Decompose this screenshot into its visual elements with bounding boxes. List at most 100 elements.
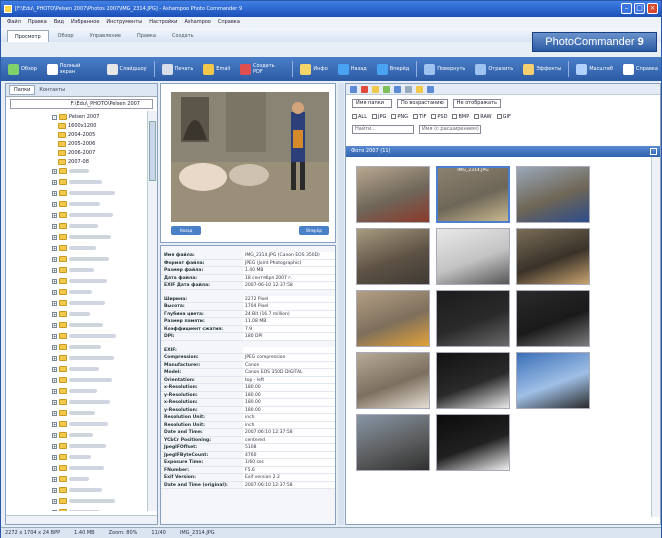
gallery-thumbnail[interactable]: [436, 414, 510, 471]
tree-row[interactable]: +: [52, 354, 114, 362]
expand-toggle[interactable]: +: [52, 168, 57, 174]
gallery-thumbnail[interactable]: [436, 352, 510, 409]
maximize-button[interactable]: □: [634, 3, 645, 14]
tree-row[interactable]: +: [52, 376, 112, 384]
folder-tree-scrollbar[interactable]: [147, 111, 157, 511]
tab-0[interactable]: Просмотр: [7, 30, 49, 42]
tree-row[interactable]: 1600x1200: [58, 122, 96, 130]
tree-row[interactable]: +: [52, 310, 90, 318]
menu-item[interactable]: Вид: [54, 17, 64, 28]
expand-toggle[interactable]: +: [52, 322, 57, 328]
tree-row[interactable]: +: [52, 332, 116, 340]
tab-1[interactable]: Обзор: [51, 30, 81, 42]
gallery-thumbnail[interactable]: [436, 290, 510, 347]
toolbar-button[interactable]: Отразить: [472, 61, 516, 77]
toolbar-button[interactable]: Назад: [335, 61, 370, 77]
expand-toggle[interactable]: +: [52, 509, 57, 511]
tree-row[interactable]: +: [52, 244, 96, 252]
tree-row[interactable]: +: [52, 409, 95, 417]
scroll-thumb[interactable]: [149, 121, 156, 181]
toolbar-button[interactable]: Масштаб: [573, 61, 616, 77]
gallery-thumbnail[interactable]: IMG_2314.JPG: [436, 166, 510, 223]
panel-splitter[interactable]: [338, 83, 344, 525]
tree-row[interactable]: +: [52, 299, 105, 307]
tree-row[interactable]: 2005-2006: [58, 140, 95, 148]
search-input[interactable]: Найти...: [352, 125, 414, 134]
ext-checkbox[interactable]: GIF: [496, 114, 511, 120]
menu-item[interactable]: Избранное: [71, 17, 99, 28]
toolbar-button[interactable]: Слайдшоу: [104, 61, 150, 77]
expand-toggle[interactable]: +: [52, 300, 57, 306]
tree-row[interactable]: +: [52, 387, 97, 395]
tab-4[interactable]: Создать: [165, 30, 201, 42]
toolbar-button[interactable]: Полный экран: [44, 61, 100, 77]
filter-icon[interactable]: [405, 85, 412, 93]
toolbar-button[interactable]: Повернуть: [421, 61, 468, 77]
gallery-thumbnail[interactable]: [356, 228, 430, 285]
order-select[interactable]: По возрастанию: [397, 99, 448, 108]
tab-3[interactable]: Правка: [130, 30, 163, 42]
checkbox-box[interactable]: [474, 114, 480, 119]
tree-row[interactable]: +: [52, 365, 99, 373]
expand-toggle[interactable]: +: [52, 443, 57, 449]
expand-toggle[interactable]: +: [52, 487, 57, 493]
expand-toggle[interactable]: +: [52, 278, 57, 284]
expand-toggle[interactable]: +: [52, 476, 57, 482]
sort-select[interactable]: Имя папки: [352, 99, 392, 108]
tree-row[interactable]: 2007-08: [58, 158, 89, 166]
minimize-button[interactable]: –: [621, 3, 632, 14]
tree-row[interactable]: +: [52, 464, 104, 472]
tree-row[interactable]: +: [52, 288, 92, 296]
gallery-thumbnail[interactable]: [516, 166, 590, 223]
tree-row[interactable]: +: [52, 453, 91, 461]
expand-toggle[interactable]: +: [52, 179, 57, 185]
toolbar-button[interactable]: Email: [200, 61, 233, 77]
expand-toggle[interactable]: -: [52, 114, 57, 120]
expand-toggle[interactable]: +: [52, 267, 57, 273]
checkbox-box[interactable]: [391, 114, 397, 119]
expand-toggle[interactable]: +: [52, 399, 57, 405]
expand-toggle[interactable]: +: [52, 366, 57, 372]
ext-checkbox[interactable]: PNG: [391, 114, 408, 120]
ext-checkbox[interactable]: PSD: [431, 114, 447, 120]
gallery-thumbnail[interactable]: [356, 414, 430, 471]
expand-toggle[interactable]: +: [52, 355, 57, 361]
tree-row[interactable]: +: [52, 343, 101, 351]
menu-item[interactable]: Ashampoo: [184, 17, 210, 28]
folder-path-field[interactable]: F:\Edu\_PHOTO\Pelsen 2007: [10, 99, 153, 109]
expand-toggle[interactable]: +: [52, 454, 57, 460]
expand-toggle[interactable]: +: [52, 190, 57, 196]
toolbar-button[interactable]: Эффекты: [520, 61, 564, 77]
toolbar-button[interactable]: Инфо: [297, 61, 330, 77]
preview-image[interactable]: [171, 92, 329, 222]
ext-checkbox[interactable]: JPG: [372, 114, 386, 120]
tab-2[interactable]: Управление: [83, 30, 128, 42]
checkbox-box[interactable]: [452, 114, 458, 119]
toolbar-button[interactable]: Обзор: [5, 61, 40, 77]
checkbox-box[interactable]: [352, 114, 357, 119]
expand-toggle[interactable]: +: [52, 245, 57, 251]
menu-item[interactable]: Правка: [28, 17, 47, 28]
preview-next-button[interactable]: Вперёд: [299, 226, 329, 235]
expand-toggle[interactable]: +: [52, 498, 57, 504]
collapse-icon[interactable]: -: [650, 148, 657, 155]
gallery-thumbnail[interactable]: [356, 166, 430, 223]
expand-toggle[interactable]: +: [52, 212, 57, 218]
refresh-icon[interactable]: [383, 85, 390, 93]
expand-toggle[interactable]: +: [52, 465, 57, 471]
gallery-thumbnail[interactable]: [436, 228, 510, 285]
close-button[interactable]: ×: [647, 3, 658, 14]
expand-toggle[interactable]: +: [52, 289, 57, 295]
tree-row[interactable]: +: [52, 200, 100, 208]
gallery-thumbnail[interactable]: [516, 290, 590, 347]
tab-folders[interactable]: Папки: [9, 85, 36, 95]
ext-checkbox[interactable]: RAW: [474, 114, 492, 120]
tree-row[interactable]: 2004-2005: [58, 131, 95, 139]
expand-toggle[interactable]: +: [52, 234, 57, 240]
expand-toggle[interactable]: +: [52, 223, 57, 229]
delete-icon[interactable]: [361, 85, 368, 93]
gallery-thumbnail[interactable]: [516, 228, 590, 285]
toolbar-button[interactable]: Справка: [620, 61, 661, 77]
tree-row[interactable]: 2006-2007: [58, 149, 95, 157]
expand-toggle[interactable]: +: [52, 388, 57, 394]
